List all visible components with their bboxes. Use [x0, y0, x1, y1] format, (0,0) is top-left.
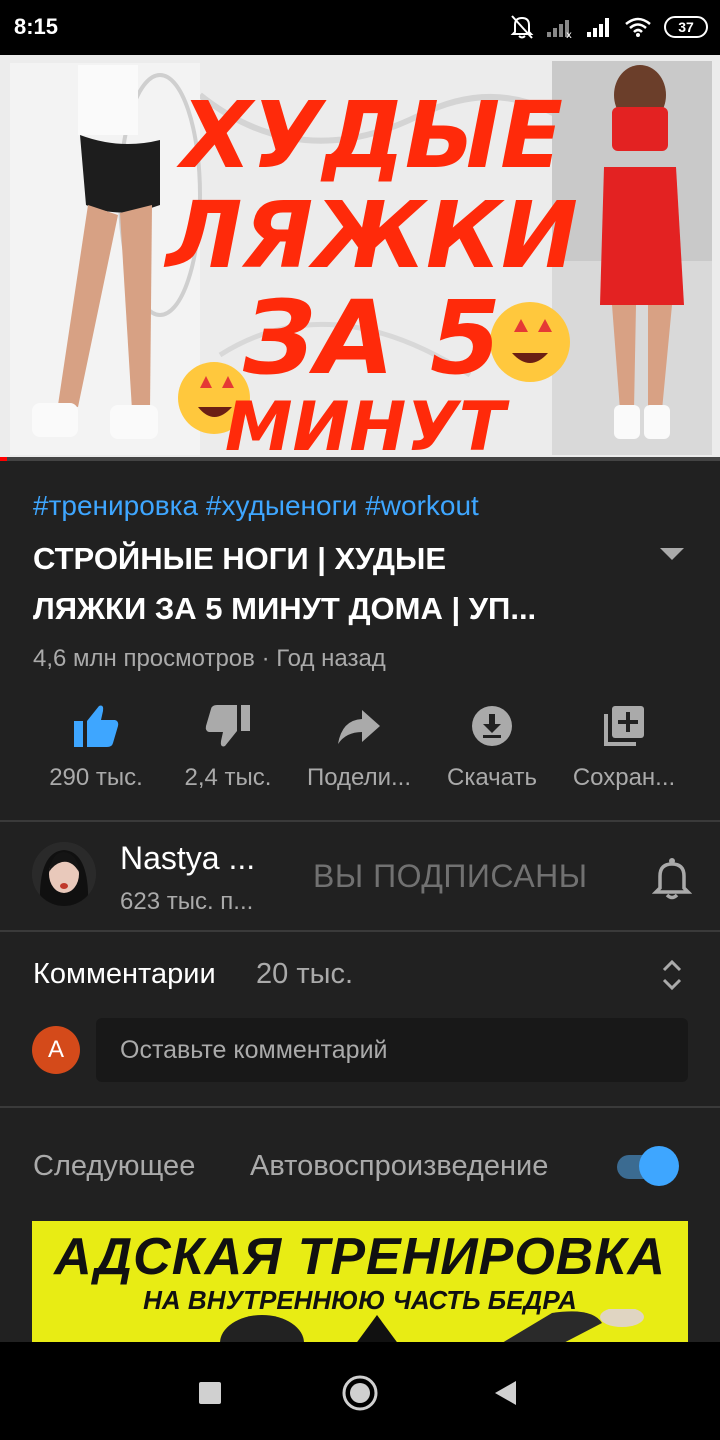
back-icon[interactable]	[494, 1380, 518, 1406]
home-icon[interactable]	[341, 1374, 379, 1412]
comment-input-placeholder: Оставьте комментарий	[120, 1035, 388, 1064]
system-nav-bar	[0, 1342, 720, 1440]
video-meta: 4,6 млн просмотров · Год назад	[33, 645, 386, 672]
channel-name[interactable]: Nastya ...	[120, 840, 255, 877]
comments-count: 20 тыс.	[256, 958, 353, 990]
status-icons: x 37	[510, 12, 708, 42]
thumb-down-icon	[163, 700, 293, 752]
divider	[0, 820, 720, 822]
video-progress-bar[interactable]	[0, 457, 720, 461]
signal-weak-icon: x	[547, 20, 572, 38]
autoplay-toggle[interactable]	[617, 1146, 679, 1186]
next-video-image	[220, 1309, 644, 1342]
next-video-title: АДСКАЯ ТРЕНИРОВКА	[54, 1228, 666, 1286]
wifi-icon	[625, 17, 651, 37]
channel-subscribers: 623 тыс. п...	[120, 888, 254, 915]
divider	[0, 1106, 720, 1108]
download-icon	[427, 700, 557, 752]
video-player[interactable]: ХУДЫЕ ЛЯЖКИ ЗА 5 МИНУТ	[0, 55, 720, 460]
download-button[interactable]: Скачать	[427, 700, 557, 792]
user-avatar: A	[32, 1026, 80, 1074]
like-button[interactable]: 290 тыс.	[31, 700, 161, 792]
notifications-off-icon	[510, 15, 534, 39]
video-title[interactable]: СТРОЙНЫЕ НОГИ | ХУДЫЕ ЛЯЖКИ ЗА 5 МИНУТ Д…	[33, 534, 613, 634]
share-label: Подели...	[306, 764, 412, 791]
video-progress-fill	[0, 457, 8, 461]
download-label: Скачать	[447, 764, 537, 791]
autoplay-toggle-knob	[639, 1146, 679, 1186]
thumbnail-text-4: МИНУТ	[225, 388, 510, 460]
signal-icon	[587, 18, 609, 37]
expand-description-icon[interactable]	[652, 538, 692, 568]
up-next-label: Следующее	[33, 1150, 196, 1182]
svg-text:x: x	[566, 30, 572, 38]
dislike-button[interactable]: 2,4 тыс.	[163, 700, 293, 792]
status-time: 8:15	[14, 14, 59, 39]
video-thumbnail: ХУДЫЕ ЛЯЖКИ ЗА 5 МИНУТ	[0, 55, 720, 460]
notification-bell-icon[interactable]	[652, 856, 692, 900]
thumbnail-text-1: ХУДЫЕ	[176, 82, 563, 189]
thumb-up-icon	[31, 700, 161, 752]
save-label: Сохран...	[572, 764, 676, 791]
next-video-thumbnail[interactable]: АДСКАЯ ТРЕНИРОВКА НА ВНУТРЕННЮЮ ЧАСТЬ БЕ…	[32, 1221, 688, 1342]
video-hashtags[interactable]: #тренировка #худыеноги #workout	[33, 490, 479, 522]
comment-input[interactable]: Оставьте комментарий	[96, 1018, 688, 1082]
video-title-line-1: СТРОЙНЫЕ НОГИ | ХУДЫЕ	[33, 541, 446, 576]
share-button[interactable]: Подели...	[294, 700, 424, 792]
recent-apps-icon[interactable]	[199, 1382, 221, 1404]
thumbnail-text-3: ЗА 5	[242, 279, 501, 398]
divider	[0, 930, 720, 932]
thumbnail-text-2: ЛЯЖКИ	[163, 182, 578, 289]
like-count: 290 тыс.	[49, 764, 143, 791]
expand-comments-icon[interactable]	[656, 956, 688, 994]
battery-indicator: 37	[664, 16, 708, 38]
status-bar: 8:15 x 37	[0, 0, 720, 55]
add-to-playlist-icon	[559, 700, 689, 752]
comments-title[interactable]: Комментарии	[33, 958, 216, 991]
save-button[interactable]: Сохран...	[559, 700, 689, 792]
dislike-count: 2,4 тыс.	[184, 764, 272, 791]
video-title-line-2: ЛЯЖКИ ЗА 5 МИНУТ ДОМА | УП...	[33, 591, 537, 626]
share-icon	[294, 700, 424, 752]
channel-avatar[interactable]	[32, 842, 96, 906]
subscribed-button[interactable]: ВЫ ПОДПИСАНЫ	[313, 858, 588, 895]
autoplay-label: Автовоспроизведение	[250, 1150, 549, 1182]
